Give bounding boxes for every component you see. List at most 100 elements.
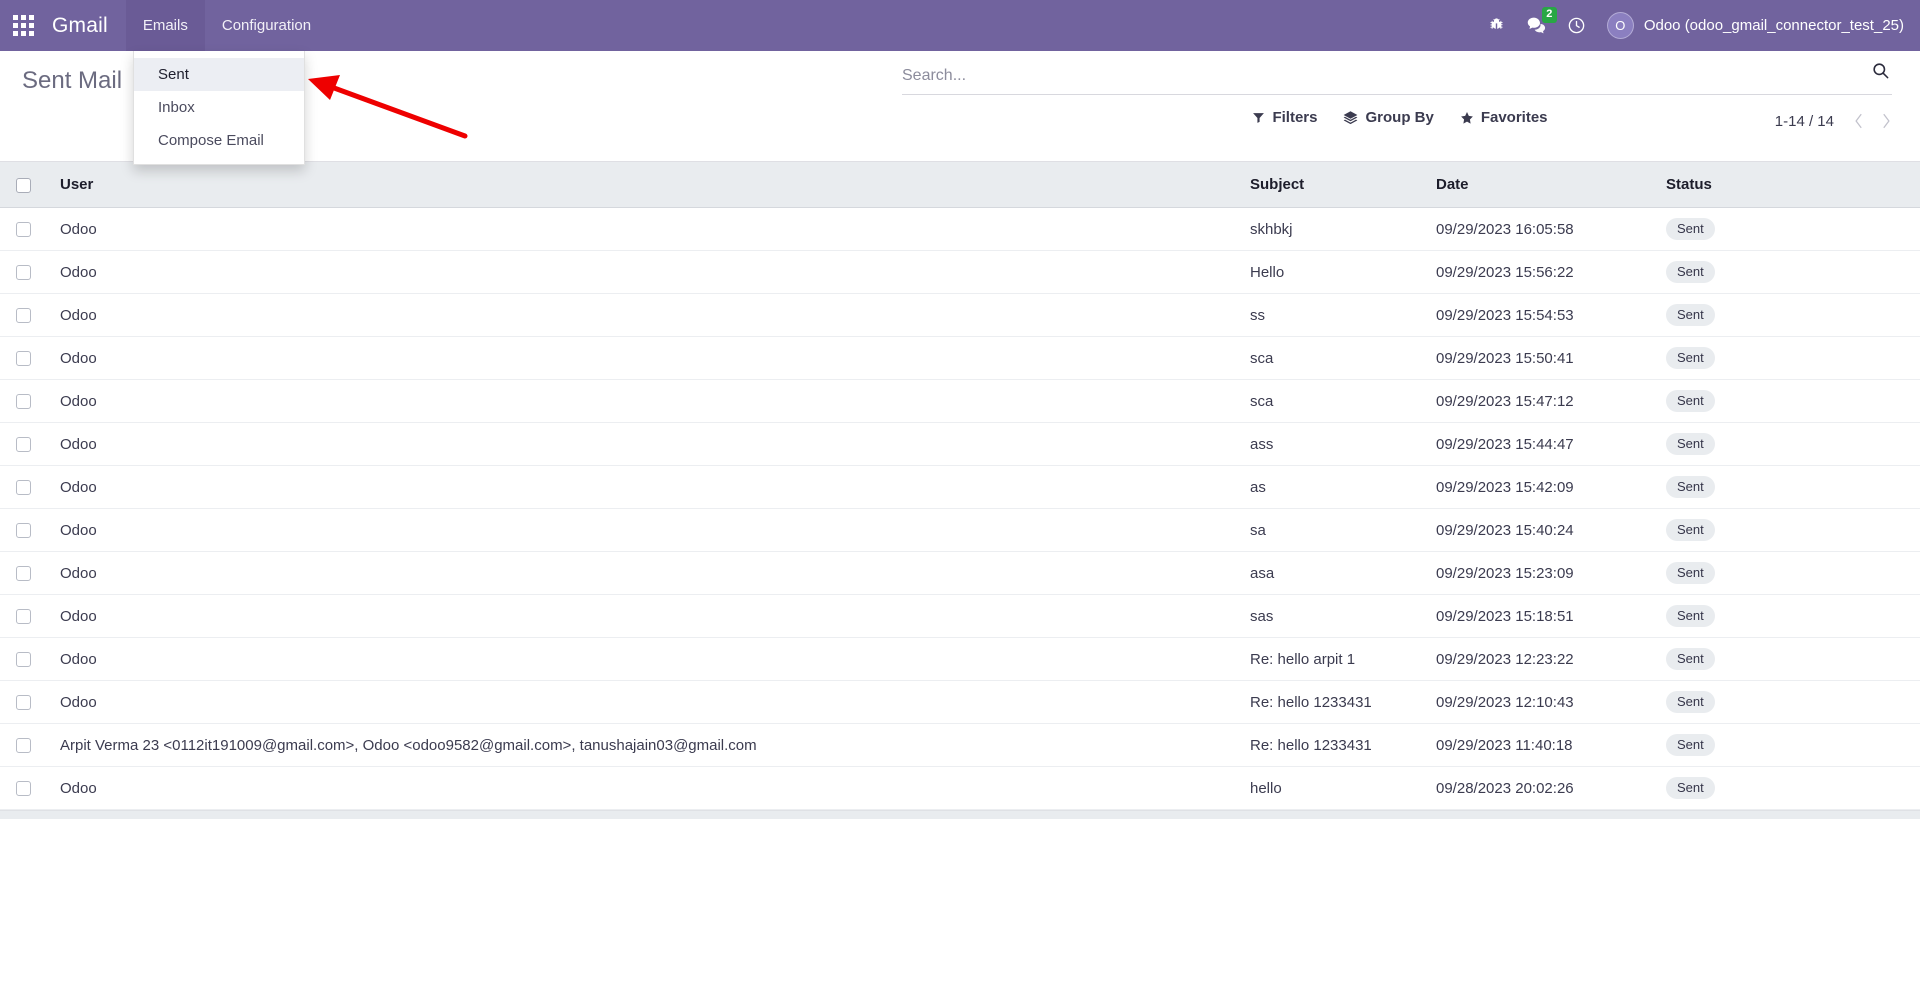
table-head: User Subject Date Status bbox=[0, 162, 1920, 208]
chevron-right-icon[interactable] bbox=[1874, 109, 1898, 133]
dropdown-item-sent[interactable]: Sent bbox=[134, 58, 304, 91]
messages-badge-count: 2 bbox=[1542, 7, 1557, 23]
row-checkbox[interactable] bbox=[16, 738, 31, 753]
table-row[interactable]: OdooHello09/29/2023 15:56:22Sent bbox=[0, 251, 1920, 294]
status-badge: Sent bbox=[1666, 261, 1715, 283]
table-row[interactable]: Odooskhbkj09/29/2023 16:05:58Sent bbox=[0, 208, 1920, 251]
cell-user: Odoo bbox=[48, 681, 1238, 724]
row-checkbox[interactable] bbox=[16, 523, 31, 538]
layers-icon bbox=[1343, 110, 1358, 125]
table-row[interactable]: OdooRe: hello arpit 109/29/2023 12:23:22… bbox=[0, 638, 1920, 681]
search-bar[interactable] bbox=[902, 61, 1892, 95]
row-checkbox[interactable] bbox=[16, 781, 31, 796]
row-checkbox[interactable] bbox=[16, 566, 31, 581]
cell-date: 09/29/2023 12:10:43 bbox=[1424, 681, 1654, 724]
row-select-cell bbox=[0, 681, 48, 724]
table-row[interactable]: Odooas09/29/2023 15:42:09Sent bbox=[0, 466, 1920, 509]
favorites-label: Favorites bbox=[1481, 109, 1548, 126]
cell-date: 09/29/2023 15:56:22 bbox=[1424, 251, 1654, 294]
cell-user: Odoo bbox=[48, 423, 1238, 466]
select-all-checkbox[interactable] bbox=[16, 178, 31, 193]
filters-label: Filters bbox=[1272, 109, 1317, 126]
cell-subject: sas bbox=[1238, 595, 1424, 638]
row-checkbox[interactable] bbox=[16, 437, 31, 452]
table-row[interactable]: Odooass09/29/2023 15:44:47Sent bbox=[0, 423, 1920, 466]
table-row[interactable]: Odooasa09/29/2023 15:23:09Sent bbox=[0, 552, 1920, 595]
search-icon[interactable] bbox=[1863, 61, 1892, 87]
app-brand-gmail[interactable]: Gmail bbox=[46, 0, 126, 51]
group-by-button[interactable]: Group By bbox=[1343, 109, 1433, 126]
cell-date: 09/29/2023 15:50:41 bbox=[1424, 337, 1654, 380]
nav-menu-configuration[interactable]: Configuration bbox=[205, 0, 328, 51]
chevron-left-icon[interactable] bbox=[1846, 109, 1870, 133]
table-row[interactable]: Arpit Verma 23 <0112it191009@gmail.com>,… bbox=[0, 724, 1920, 767]
cell-user: Odoo bbox=[48, 466, 1238, 509]
row-checkbox[interactable] bbox=[16, 480, 31, 495]
bug-icon[interactable] bbox=[1477, 0, 1517, 51]
row-checkbox[interactable] bbox=[16, 265, 31, 280]
cell-subject: sa bbox=[1238, 509, 1424, 552]
cell-subject: ss bbox=[1238, 294, 1424, 337]
user-menu[interactable]: O Odoo (odoo_gmail_connector_test_25) bbox=[1597, 0, 1920, 51]
status-badge: Sent bbox=[1666, 562, 1715, 584]
apps-grid-icon bbox=[13, 15, 34, 36]
filters-button[interactable]: Filters bbox=[1252, 109, 1317, 126]
status-badge: Sent bbox=[1666, 304, 1715, 326]
status-badge: Sent bbox=[1666, 433, 1715, 455]
cell-status: Sent bbox=[1654, 681, 1920, 724]
dropdown-item-inbox[interactable]: Inbox bbox=[134, 91, 304, 124]
row-checkbox[interactable] bbox=[16, 652, 31, 667]
row-select-cell bbox=[0, 509, 48, 552]
search-input[interactable] bbox=[902, 61, 1863, 87]
column-header-subject[interactable]: Subject bbox=[1238, 162, 1424, 208]
cell-date: 09/29/2023 12:23:22 bbox=[1424, 638, 1654, 681]
column-header-status[interactable]: Status bbox=[1654, 162, 1920, 208]
messages-icon[interactable]: 2 bbox=[1517, 0, 1557, 51]
cell-date: 09/28/2023 20:02:26 bbox=[1424, 767, 1654, 810]
row-checkbox[interactable] bbox=[16, 695, 31, 710]
cell-status: Sent bbox=[1654, 767, 1920, 810]
status-badge: Sent bbox=[1666, 691, 1715, 713]
table-row[interactable]: Odoosas09/29/2023 15:18:51Sent bbox=[0, 595, 1920, 638]
row-checkbox[interactable] bbox=[16, 609, 31, 624]
dropdown-item-compose-email[interactable]: Compose Email bbox=[134, 124, 304, 157]
cell-date: 09/29/2023 15:44:47 bbox=[1424, 423, 1654, 466]
row-select-cell bbox=[0, 337, 48, 380]
table-row[interactable]: OdooRe: hello 123343109/29/2023 12:10:43… bbox=[0, 681, 1920, 724]
nav-menu-emails[interactable]: Emails bbox=[126, 0, 205, 51]
cell-user: Arpit Verma 23 <0112it191009@gmail.com>,… bbox=[48, 724, 1238, 767]
status-badge: Sent bbox=[1666, 476, 1715, 498]
emails-dropdown-menu: Sent Inbox Compose Email bbox=[133, 51, 305, 165]
cell-date: 09/29/2023 15:54:53 bbox=[1424, 294, 1654, 337]
table-row[interactable]: Odoosca09/29/2023 15:47:12Sent bbox=[0, 380, 1920, 423]
row-select-cell bbox=[0, 294, 48, 337]
status-badge: Sent bbox=[1666, 734, 1715, 756]
column-header-user[interactable]: User bbox=[48, 162, 1238, 208]
cell-subject: hello bbox=[1238, 767, 1424, 810]
table-row[interactable]: Odooss09/29/2023 15:54:53Sent bbox=[0, 294, 1920, 337]
cell-status: Sent bbox=[1654, 294, 1920, 337]
activities-clock-icon[interactable] bbox=[1557, 0, 1597, 51]
row-checkbox[interactable] bbox=[16, 308, 31, 323]
apps-menu-button[interactable] bbox=[0, 0, 46, 51]
row-checkbox[interactable] bbox=[16, 394, 31, 409]
table-row[interactable]: Odoosa09/29/2023 15:40:24Sent bbox=[0, 509, 1920, 552]
status-badge: Sent bbox=[1666, 218, 1715, 240]
status-badge: Sent bbox=[1666, 648, 1715, 670]
status-badge: Sent bbox=[1666, 519, 1715, 541]
cell-status: Sent bbox=[1654, 423, 1920, 466]
favorites-button[interactable]: Favorites bbox=[1460, 109, 1548, 126]
row-select-cell bbox=[0, 466, 48, 509]
avatar: O bbox=[1607, 12, 1634, 39]
table-row[interactable]: Odoosca09/29/2023 15:50:41Sent bbox=[0, 337, 1920, 380]
table-row[interactable]: Odoohello09/28/2023 20:02:26Sent bbox=[0, 767, 1920, 810]
cell-status: Sent bbox=[1654, 552, 1920, 595]
cell-status: Sent bbox=[1654, 724, 1920, 767]
row-select-cell bbox=[0, 595, 48, 638]
row-checkbox[interactable] bbox=[16, 351, 31, 366]
cell-date: 09/29/2023 15:18:51 bbox=[1424, 595, 1654, 638]
row-checkbox[interactable] bbox=[16, 222, 31, 237]
cell-status: Sent bbox=[1654, 380, 1920, 423]
column-header-date[interactable]: Date bbox=[1424, 162, 1654, 208]
cell-subject: skhbkj bbox=[1238, 208, 1424, 251]
